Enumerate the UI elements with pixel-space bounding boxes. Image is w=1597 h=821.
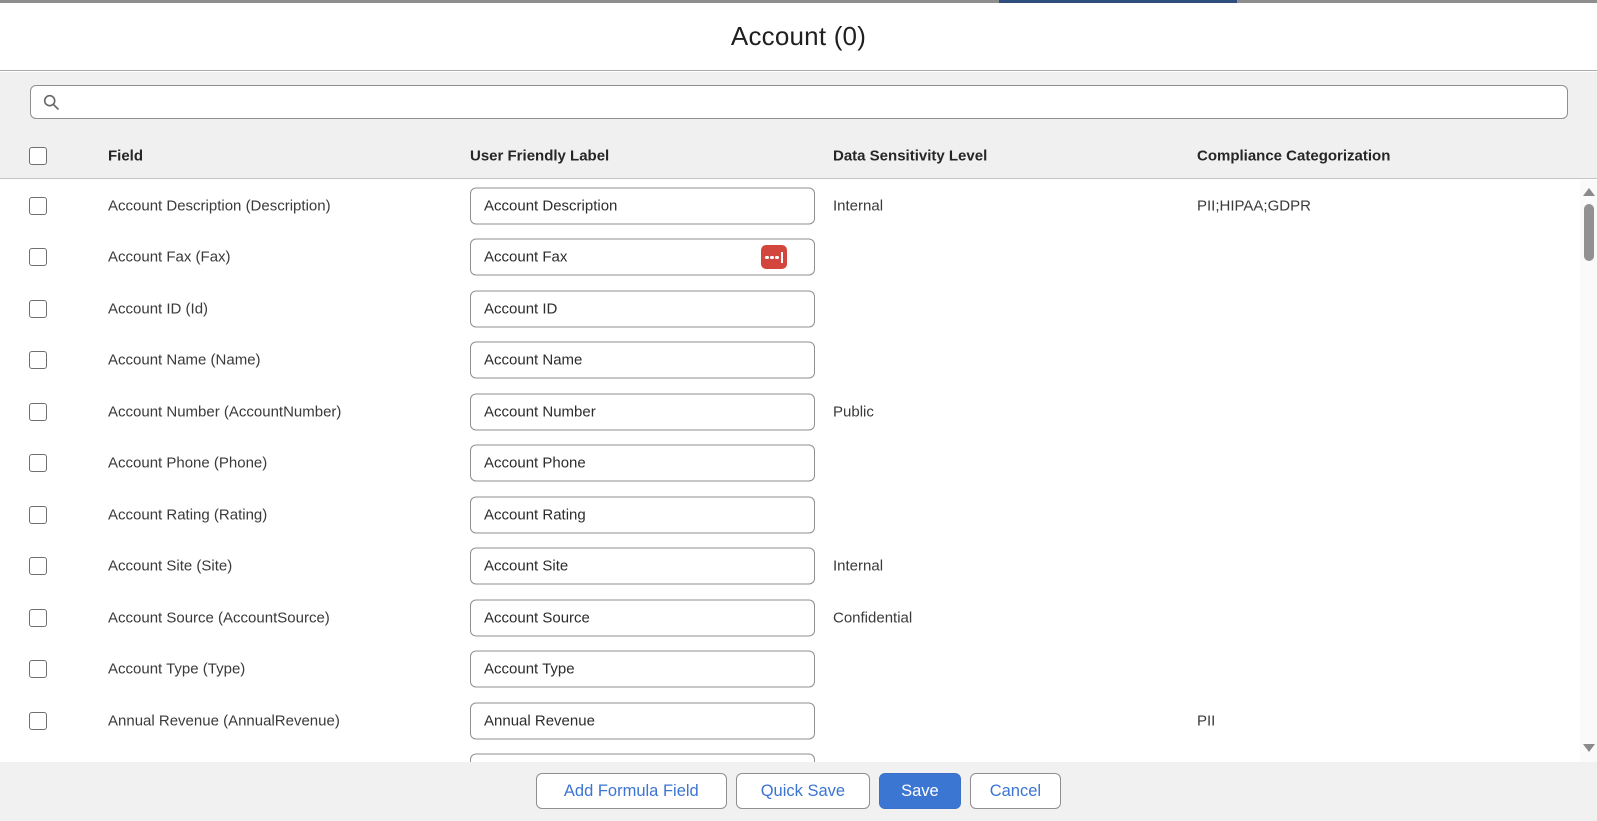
row-label-input[interactable] [470,651,815,688]
row-field-label: Account Number (AccountNumber) [108,403,341,420]
row-field-label: Account ID (Id) [108,300,208,317]
row-sensitivity: Internal [833,558,883,575]
row-field-label: Account Fax (Fax) [108,249,231,266]
row-label-input[interactable] [470,445,815,482]
table-row: Account Fax (Fax) [0,232,1597,284]
row-field-label: Account Rating (Rating) [108,506,267,523]
column-header-user-label: User Friendly Label [470,147,609,164]
table-row: Account Rating (Rating) [0,489,1597,541]
row-field-label: Annual Revenue (AnnualRevenue) [108,712,340,729]
row-checkbox[interactable] [29,660,47,678]
column-header-field: Field [108,147,143,164]
table-body: Account Description (Description) Intern… [0,180,1597,762]
scroll-up-icon[interactable] [1583,188,1595,196]
search-input[interactable] [68,86,1557,118]
row-checkbox[interactable] [29,248,47,266]
footer-action-bar: Add Formula Field Quick Save Save Cancel [0,762,1597,821]
search-toolbar [0,72,1597,133]
cancel-button[interactable]: Cancel [970,773,1061,809]
row-checkbox[interactable] [29,454,47,472]
column-header-compliance: Compliance Categorization [1197,147,1390,164]
row-field-label: Account Description (Description) [108,197,331,214]
row-checkbox[interactable] [29,557,47,575]
row-label-input[interactable] [470,290,815,327]
title-bar: Account (0) [0,3,1597,71]
row-label-input[interactable] [470,754,815,762]
row-label-input[interactable] [470,548,815,585]
row-checkbox[interactable] [29,609,47,627]
scrollbar-thumb[interactable] [1584,204,1594,261]
search-box[interactable] [30,85,1568,119]
row-label-input[interactable] [470,599,815,636]
row-compliance: PII [1197,712,1215,729]
row-label-input[interactable] [470,393,815,430]
add-formula-field-button[interactable]: Add Formula Field [536,773,727,809]
row-sensitivity: Confidential [833,609,912,626]
table-row-partial [0,747,1597,763]
scroll-down-icon[interactable] [1583,744,1595,752]
row-checkbox[interactable] [29,712,47,730]
row-sensitivity: Internal [833,197,883,214]
row-field-label: Account Site (Site) [108,558,232,575]
row-checkbox[interactable] [29,403,47,421]
row-field-label: Account Name (Name) [108,352,261,369]
quick-save-button[interactable]: Quick Save [736,773,870,809]
table-row: Account Name (Name) [0,335,1597,387]
row-label-input[interactable] [470,702,815,739]
row-checkbox[interactable] [29,300,47,318]
row-field-label: Account Type (Type) [108,661,245,678]
table-row: Account ID (Id) [0,283,1597,335]
table-row: Account Number (AccountNumber) Public [0,386,1597,438]
row-checkbox[interactable] [29,506,47,524]
row-compliance: PII;HIPAA;GDPR [1197,197,1311,214]
row-checkbox[interactable] [29,351,47,369]
save-button[interactable]: Save [879,773,961,809]
table-row: Account Site (Site) Internal [0,541,1597,593]
row-checkbox[interactable] [29,197,47,215]
table-row: Account Phone (Phone) [0,438,1597,490]
table-header-row: Field User Friendly Label Data Sensitivi… [0,133,1597,179]
text-expander-icon[interactable] [761,245,787,269]
table-row: Annual Revenue (AnnualRevenue) PII [0,695,1597,747]
row-label-input[interactable] [470,496,815,533]
select-all-checkbox[interactable] [29,147,47,165]
table-row: Account Type (Type) [0,644,1597,696]
row-label-input[interactable] [470,342,815,379]
row-field-label: Account Phone (Phone) [108,455,267,472]
row-label-input[interactable] [470,187,815,224]
search-icon [43,94,59,110]
account-field-mapping-page: Account (0) Field User Friendly Label Da… [0,0,1597,821]
table-scrollbar[interactable] [1580,180,1597,762]
row-sensitivity: Public [833,403,874,420]
column-header-sensitivity: Data Sensitivity Level [833,147,987,164]
table-row: Account Source (AccountSource) Confident… [0,592,1597,644]
page-title: Account (0) [731,21,866,52]
table-row: Account Description (Description) Intern… [0,180,1597,232]
row-field-label: Account Source (AccountSource) [108,609,330,626]
